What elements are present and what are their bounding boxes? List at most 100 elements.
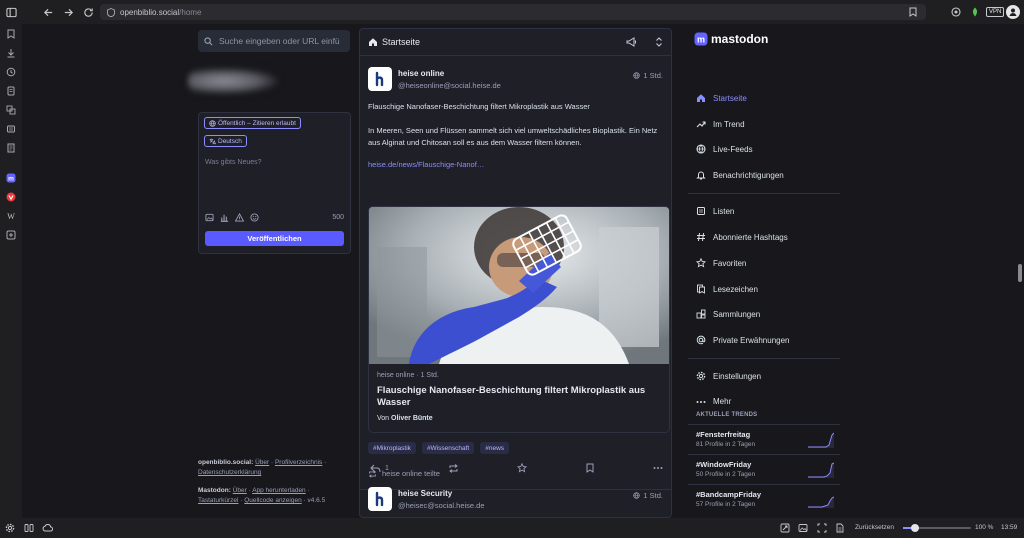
emoji-icon[interactable]	[250, 213, 259, 222]
downloads-icon[interactable]	[5, 47, 17, 59]
vivaldi-panel-icon[interactable]	[5, 191, 17, 203]
sidebar-toggle-icon[interactable]	[5, 6, 17, 18]
svg-text:m: m	[697, 35, 705, 45]
post-link[interactable]: heise.de/news/Flauschige-Nanof…	[368, 160, 484, 169]
history-icon[interactable]	[5, 66, 17, 78]
wikipedia-panel-icon[interactable]: W	[5, 210, 17, 222]
hashtag-chip[interactable]: #Wissenschaft	[421, 442, 475, 454]
reading-list-icon[interactable]	[5, 123, 17, 135]
tile-panel-icon[interactable]	[24, 523, 34, 533]
nav-item-bookmarks[interactable]: Lesezeichen	[696, 284, 758, 294]
nav-item-settings[interactable]: Einstellungen	[696, 371, 761, 381]
language-selector[interactable]: Deutsch	[204, 135, 247, 147]
image-toggle-icon[interactable]	[798, 523, 808, 533]
compose-textarea[interactable]: Was gibts Neues?	[205, 159, 262, 166]
post-timestamp[interactable]: 1 Std.	[633, 71, 663, 80]
nav-label: Einstellungen	[713, 371, 762, 381]
documents-icon[interactable]	[5, 142, 17, 154]
account-avatar-blurred[interactable]	[188, 68, 278, 94]
nav-item-lists[interactable]: Listen	[696, 206, 734, 216]
boost-notice: heise online teilte	[368, 469, 440, 478]
image-upload-icon[interactable]	[205, 213, 214, 222]
footer-mastodon-label: Mastodon:	[198, 487, 231, 494]
nav-item-hashtags[interactable]: Abonnierte Hashtags	[696, 232, 788, 242]
notes-icon[interactable]	[5, 85, 17, 97]
post-timestamp[interactable]: 1 Std.	[633, 491, 663, 500]
add-panel-icon[interactable]	[5, 229, 17, 241]
footer-link-privacy[interactable]: Datenschutzerklärung	[198, 469, 261, 476]
visibility-selector[interactable]: Öffentlich – Zitieren erlaubt	[204, 117, 301, 129]
card-title[interactable]: Flauschige Nanofaser-Beschichtung filter…	[377, 385, 662, 409]
site-info-icon[interactable]	[106, 7, 116, 17]
hashtag-chip[interactable]: #news	[480, 442, 510, 454]
zoom-reset-button[interactable]: Zurücksetzen	[855, 524, 894, 531]
post-author-handle[interactable]: @heisec@social.heise.de	[398, 501, 485, 510]
nav-label: Lesezeichen	[713, 284, 758, 294]
heise-security-avatar[interactable]	[368, 487, 392, 511]
footer-link-get-app[interactable]: App herunterladen	[252, 487, 306, 494]
cloud-sync-icon[interactable]	[42, 523, 53, 532]
zoom-slider[interactable]	[903, 524, 971, 532]
more-options-icon[interactable]	[653, 463, 663, 473]
capture-icon[interactable]	[780, 523, 790, 533]
bookmark-icon[interactable]	[586, 463, 594, 473]
poll-icon[interactable]	[220, 213, 229, 222]
leaf-extension-icon[interactable]	[969, 6, 981, 18]
panel-settings-icon[interactable]	[5, 523, 15, 533]
footer-link-mastodon-about[interactable]: Über	[233, 487, 247, 494]
nav-label: Listen	[713, 206, 735, 216]
nav-item-collections[interactable]: Sammlungen	[696, 309, 760, 319]
vpn-badge[interactable]: VPN	[986, 7, 1005, 17]
footer-link-directory[interactable]: Profilverzeichnis	[275, 459, 322, 466]
nav-item-notifications[interactable]: Benachrichtigungen	[696, 170, 784, 180]
post-author-name[interactable]: heise Security	[398, 489, 452, 498]
nav-item-home[interactable]: Startseite	[696, 93, 747, 103]
forward-icon[interactable]	[62, 6, 74, 18]
web-page: Suche eingeben oder URL einfü Öffentlich…	[22, 24, 1018, 518]
hashtag-icon	[696, 232, 706, 242]
page-scrollbar[interactable]	[1018, 264, 1022, 282]
at-icon	[696, 335, 706, 345]
profile-icon[interactable]	[1006, 5, 1020, 19]
footer-link-shortcuts[interactable]: Tastaturkürzel	[198, 497, 238, 504]
reader-view-icon[interactable]	[817, 523, 827, 533]
url-bar[interactable]: openbiblio.social/home	[100, 4, 926, 20]
favourite-icon[interactable]	[517, 463, 528, 473]
heise-online-avatar[interactable]	[368, 67, 392, 91]
bookmarks-icon[interactable]	[5, 28, 17, 40]
mastodon-logo[interactable]: m mastodon	[694, 32, 768, 46]
footer-version: v4.6.5	[307, 497, 326, 504]
bookmark-page-icon[interactable]	[908, 7, 918, 17]
nav-item-private-mentions[interactable]: Private Erwähnungen	[696, 335, 790, 345]
content-warning-icon[interactable]	[235, 213, 244, 222]
zoom-slider-thumb[interactable]	[911, 524, 919, 532]
link-preview-card[interactable]: heise online · 1 Std. Flauschige Nanofas…	[368, 206, 670, 433]
trend-item[interactable]: #WindowFriday 50 Profile in 2 Tagen	[696, 460, 840, 478]
more-icon	[696, 400, 706, 404]
boost-icon[interactable]	[448, 463, 459, 473]
boost-text[interactable]: heise online teilte	[382, 469, 440, 478]
footer-link-about[interactable]: Über	[255, 459, 269, 466]
footer-link-source[interactable]: Quellcode anzeigen	[244, 497, 301, 504]
hashtag-chip[interactable]: #Mikroplastik	[368, 442, 416, 454]
page-actions-icon[interactable]	[835, 523, 845, 533]
trend-item[interactable]: #BandcampFriday 57 Profile in 2 Tagen	[696, 490, 840, 508]
extension-icon[interactable]	[950, 6, 962, 18]
reload-icon[interactable]	[82, 6, 94, 18]
card-author-name[interactable]: Oliver Bünte	[391, 415, 433, 422]
announcements-icon[interactable]	[626, 37, 637, 47]
nav-item-trending[interactable]: Im Trend	[696, 119, 745, 129]
mastodon-panel-icon[interactable]: m	[5, 172, 17, 184]
status-bar: Zurücksetzen 100 % 13:59	[0, 518, 1024, 538]
nav-item-favourites[interactable]: Favoriten	[696, 258, 746, 268]
post-author-handle[interactable]: @heiseonline@social.heise.de	[398, 81, 501, 90]
search-input[interactable]: Suche eingeben oder URL einfü	[198, 30, 350, 52]
nav-item-more[interactable]: Mehr	[696, 397, 731, 406]
timeline-settings-icon[interactable]	[655, 37, 663, 47]
nav-item-live-feeds[interactable]: Live-Feeds	[696, 144, 753, 154]
post-author-name[interactable]: heise online	[398, 69, 444, 78]
publish-button[interactable]: Veröffentlichen	[205, 231, 344, 246]
trend-item[interactable]: #Fensterfreitag 81 Profile in 2 Tagen	[696, 430, 840, 448]
translate-icon[interactable]	[5, 104, 17, 116]
back-icon[interactable]	[42, 6, 54, 18]
